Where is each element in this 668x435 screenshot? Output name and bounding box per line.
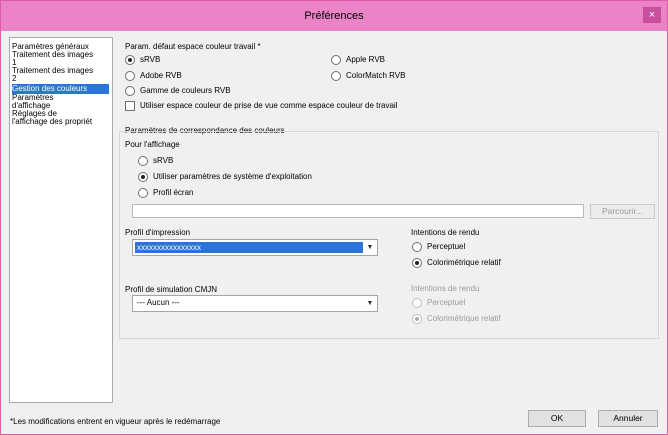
- radio-print-relative-colorimetric-label: Colorimétrique relatif: [427, 258, 501, 267]
- radio-cmyk-relative-colorimetric-label: Colorimétrique relatif: [427, 314, 501, 323]
- sidebar-item-general[interactable]: Paramètres généraux: [12, 43, 109, 51]
- radio-print-perceptual-label: Perceptuel: [427, 242, 466, 251]
- radio-adobe-rvb-label: Adobe RVB: [140, 71, 182, 80]
- preferences-dialog: Préférences × Paramètres généraux Traite…: [0, 0, 668, 435]
- radio-display-srvb-label: sRVB: [153, 156, 174, 165]
- radio-print-relative-colorimetric[interactable]: [412, 258, 422, 268]
- sidebar-item-processing-2[interactable]: Traitement des images: [12, 67, 109, 75]
- print-profile-value: xxxxxxxxxxxxxxxx: [137, 243, 201, 252]
- radio-print-perceptual[interactable]: [412, 242, 422, 252]
- radio-apple-rvb[interactable]: [331, 55, 341, 65]
- cmyk-profile-label: Profil de simulation CMJN: [125, 285, 218, 294]
- sidebar-item-property-display[interactable]: Réglages de: [12, 110, 109, 118]
- window-title: Préférences: [304, 10, 364, 22]
- display-label: Pour l'affichage: [125, 140, 180, 149]
- chevron-down-icon[interactable]: ▼: [365, 242, 375, 253]
- sidebar-item-property-display-cont[interactable]: l'affichage des propriét: [12, 118, 109, 126]
- radio-cmyk-relative-colorimetric[interactable]: [412, 314, 422, 324]
- sidebar-nav: Paramètres généraux Traitement des image…: [9, 37, 113, 403]
- print-intent-label: Intentions de rendu: [411, 228, 480, 237]
- sidebar-item-processing-1-number[interactable]: 1: [12, 59, 109, 67]
- radio-display-monitor-profile-label: Profil écran: [153, 188, 194, 197]
- sidebar-item-display-settings-cont[interactable]: d'affichage: [12, 102, 109, 110]
- radio-colormatch-rvb[interactable]: [331, 71, 341, 81]
- sidebar-item-processing-1[interactable]: Traitement des images: [12, 51, 109, 59]
- radio-cmyk-perceptual-label: Perceptuel: [427, 298, 466, 307]
- sidebar-item-display-settings[interactable]: Paramètres: [12, 94, 109, 102]
- browse-button[interactable]: Parcourir...: [590, 204, 655, 219]
- radio-adobe-rvb[interactable]: [125, 71, 135, 81]
- cmyk-profile-value: --- Aucun ---: [137, 298, 180, 307]
- radio-display-monitor-profile[interactable]: [138, 188, 148, 198]
- radio-colormatch-rvb-label: ColorMatch RVB: [346, 71, 406, 80]
- radio-display-os-settings-label: Utiliser paramètres de système d'exploit…: [153, 172, 312, 181]
- cmyk-profile-select[interactable]: --- Aucun --- ▼: [132, 295, 378, 312]
- monitor-profile-path-field[interactable]: [132, 204, 584, 218]
- print-profile-select[interactable]: xxxxxxxxxxxxxxxx ▼: [132, 239, 378, 256]
- restart-note: *Les modifications entrent en vigueur ap…: [10, 417, 221, 426]
- radio-apple-rvb-label: Apple RVB: [346, 55, 385, 64]
- radio-display-srvb[interactable]: [138, 156, 148, 166]
- radio-srvb-label: sRVB: [140, 55, 161, 64]
- sidebar-item-processing-2-number[interactable]: 2: [12, 75, 109, 83]
- cmyk-intent-label: Intentions de rendu: [411, 284, 480, 293]
- title-bar: Préférences ×: [1, 1, 667, 31]
- radio-gamut-rvb-label: Gamme de couleurs RVB: [140, 86, 231, 95]
- chevron-down-icon[interactable]: ▼: [365, 298, 375, 309]
- radio-display-os-settings[interactable]: [138, 172, 148, 182]
- cancel-button[interactable]: Annuler: [598, 410, 658, 427]
- print-profile-label: Profil d'impression: [125, 228, 191, 237]
- ok-button[interactable]: OK: [528, 410, 586, 427]
- workspace-title: Param. défaut espace couleur travail *: [125, 42, 261, 51]
- close-icon[interactable]: ×: [643, 7, 661, 23]
- sidebar-item-color-management[interactable]: Gestion des couleurs: [12, 84, 109, 94]
- use-capture-space-label: Utiliser espace couleur de prise de vue …: [140, 101, 398, 110]
- radio-gamut-rvb[interactable]: [125, 86, 135, 96]
- radio-cmyk-perceptual[interactable]: [412, 298, 422, 308]
- use-capture-space-checkbox[interactable]: [125, 101, 135, 111]
- radio-srvb[interactable]: [125, 55, 135, 65]
